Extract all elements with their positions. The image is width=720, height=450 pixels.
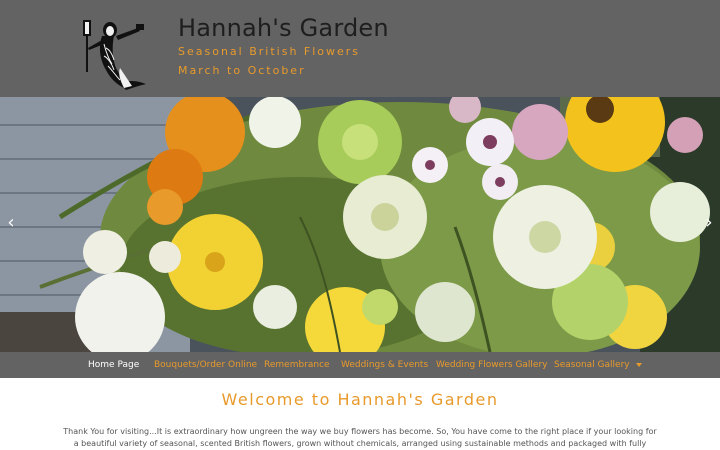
chevron-left-icon: ‹ bbox=[7, 212, 15, 233]
nav-item-seasonal-gallery[interactable]: Seasonal Gallery bbox=[554, 352, 642, 378]
hero-slider[interactable]: ‹ › bbox=[0, 97, 720, 352]
site-header: Hannah's Garden Seasonal British Flowers… bbox=[0, 0, 720, 97]
site-tagline: Seasonal British Flowers bbox=[178, 45, 361, 58]
nav-item-wedding-flowers-gallery[interactable]: Wedding Flowers Gallery bbox=[436, 352, 548, 378]
nav-item-label: Seasonal Gallery bbox=[554, 360, 630, 370]
slider-prev-button[interactable]: ‹ bbox=[2, 211, 20, 235]
page-heading: Welcome to Hannah's Garden bbox=[221, 390, 499, 409]
intro-text: Thank You for visiting...It is extraordi… bbox=[63, 427, 657, 448]
site-season: March to October bbox=[178, 64, 306, 77]
nav-item-home-page[interactable]: Home Page bbox=[88, 352, 139, 378]
nav-item-remembrance[interactable]: Remembrance bbox=[264, 352, 330, 378]
chevron-right-icon: › bbox=[705, 212, 713, 233]
nav-item-bouquets-order-online[interactable]: Bouquets/Order Online bbox=[154, 352, 257, 378]
mermaid-logo-icon[interactable] bbox=[80, 14, 152, 92]
main-nav: Home Page Bouquets/Order Online Remembra… bbox=[0, 352, 720, 378]
caret-down-icon bbox=[635, 362, 642, 367]
slider-next-button[interactable]: › bbox=[700, 211, 718, 235]
nav-item-weddings-events[interactable]: Weddings & Events bbox=[341, 352, 428, 378]
site-title[interactable]: Hannah's Garden bbox=[178, 14, 389, 42]
hero-image bbox=[0, 97, 720, 352]
